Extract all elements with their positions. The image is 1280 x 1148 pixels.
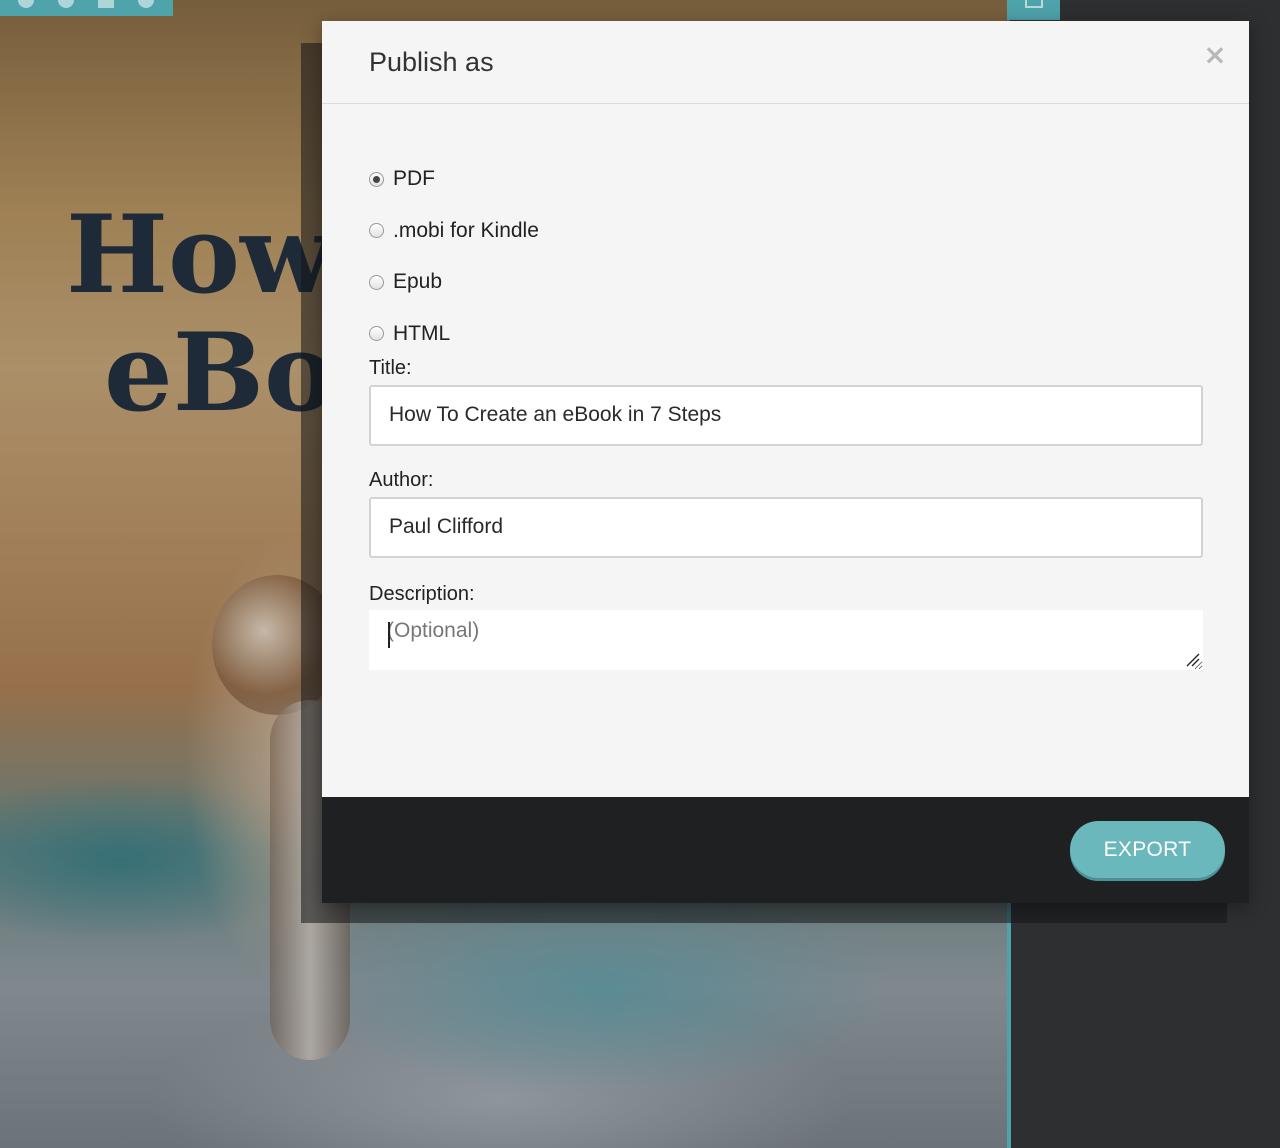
save-icon[interactable] <box>98 0 114 8</box>
format-option-epub[interactable]: Epub <box>369 264 1203 300</box>
radio-unchecked-icon[interactable] <box>369 274 384 290</box>
dialog-header: Publish as × <box>322 21 1249 104</box>
dialog-body: PDF .mobi for Kindle Epub HTML Title: Au… <box>369 161 1203 670</box>
trash-icon[interactable] <box>138 0 154 8</box>
description-wrapper <box>369 609 1203 670</box>
description-textarea[interactable] <box>369 609 1203 670</box>
publish-dialog: Publish as × PDF .mobi for Kindle Epub H… <box>322 21 1249 903</box>
format-option-pdf[interactable]: PDF <box>369 161 1203 197</box>
format-option-label: Epub <box>393 270 443 293</box>
close-button[interactable]: × <box>1201 41 1229 69</box>
close-icon: × <box>1203 38 1227 71</box>
redo-icon[interactable] <box>58 0 74 8</box>
cover-edge-line <box>1007 900 1011 1148</box>
radio-checked-icon[interactable] <box>369 171 384 187</box>
resize-grip-icon[interactable] <box>1186 653 1200 667</box>
dialog-footer: EXPORT <box>322 797 1249 903</box>
undo-icon[interactable] <box>18 0 34 8</box>
editor-toolbar-right <box>1007 0 1060 20</box>
title-input[interactable] <box>369 384 1203 446</box>
text-caret <box>388 621 390 648</box>
title-label: Title: <box>369 356 412 379</box>
radio-unchecked-icon[interactable] <box>369 326 384 341</box>
format-option-label: PDF <box>393 167 435 190</box>
format-option-label: .mobi for Kindle <box>393 218 539 242</box>
radio-unchecked-icon[interactable] <box>369 223 384 238</box>
format-option-label: HTML <box>393 321 451 345</box>
author-label: Author: <box>369 468 434 491</box>
format-option-html[interactable]: HTML <box>369 316 1203 352</box>
editor-toolbar <box>0 0 173 16</box>
export-button[interactable]: EXPORT <box>1070 821 1225 878</box>
app-window: How eBoo Publish as × PDF .mobi for Kind… <box>0 0 1280 1148</box>
format-option-mobi[interactable]: .mobi for Kindle <box>369 213 1203 249</box>
page-icon[interactable] <box>1025 0 1043 8</box>
description-label: Description: <box>369 582 475 605</box>
dialog-title: Publish as <box>369 47 494 77</box>
author-input[interactable] <box>369 496 1203 558</box>
